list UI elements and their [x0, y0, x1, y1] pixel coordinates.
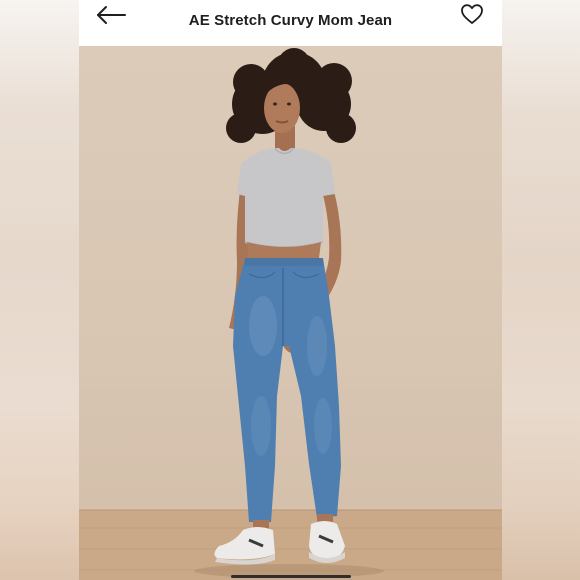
- image-scroll-indicator: [231, 575, 351, 578]
- page-title: AE Stretch Curvy Mom Jean: [188, 12, 393, 29]
- back-button[interactable]: [95, 4, 129, 26]
- model-illustration: [79, 48, 502, 580]
- product-header: AE Stretch Curvy Mom Jean: [79, 0, 502, 46]
- heart-outline-icon: [461, 4, 483, 24]
- app-screen: AE Stretch Curvy Mom Jean: [79, 0, 502, 580]
- screenshot-frame: AE Stretch Curvy Mom Jean: [0, 0, 580, 580]
- blurred-left-margin: [0, 0, 79, 580]
- arrow-left-icon: [97, 6, 126, 24]
- favorite-button[interactable]: [460, 3, 484, 25]
- blurred-right-margin: [502, 0, 580, 580]
- product-photo[interactable]: [79, 46, 502, 580]
